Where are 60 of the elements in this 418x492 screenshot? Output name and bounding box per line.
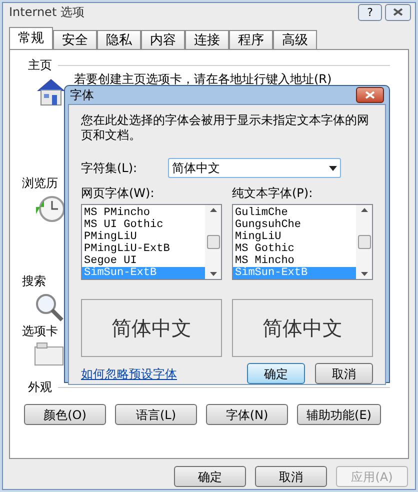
list-label: 网页字体(W): bbox=[81, 185, 156, 202]
scroll-thumb[interactable] bbox=[358, 235, 370, 249]
font-preview: 简体中文 bbox=[81, 299, 222, 357]
tab[interactable]: 内容 bbox=[141, 30, 185, 49]
list-label: 纯文本字体(P): bbox=[232, 185, 314, 202]
caret-icon bbox=[329, 166, 337, 170]
scrollbar[interactable] bbox=[205, 205, 221, 279]
window-title: Internet 选项 bbox=[9, 4, 86, 21]
scroll-thumb[interactable] bbox=[206, 235, 220, 249]
font-option[interactable]: MS Mincho bbox=[233, 255, 356, 267]
close-icon bbox=[393, 8, 403, 16]
tabs-icon bbox=[34, 342, 64, 366]
dialog-button[interactable]: 确定 bbox=[247, 363, 305, 384]
tab[interactable]: 安全 bbox=[53, 30, 97, 49]
font-preview: 简体中文 bbox=[232, 299, 373, 357]
up-arrow-icon bbox=[360, 208, 368, 212]
font-list[interactable]: GulimChe GungsuhChe MingLiU MS Gothic MS Mincho SimSun-ExtB bbox=[232, 204, 373, 280]
section-title: 搜索 bbox=[22, 273, 46, 290]
up-arrow-icon bbox=[210, 208, 216, 212]
close-button[interactable] bbox=[385, 4, 411, 20]
font-option[interactable]: MingLiU bbox=[233, 231, 356, 243]
charset-label: 字符集(L): bbox=[81, 160, 138, 177]
font-option[interactable]: GungsuhChe bbox=[233, 219, 356, 231]
font-option[interactable]: PMingLiU bbox=[82, 231, 205, 243]
appearance-button[interactable]: 颜色(O) bbox=[24, 404, 106, 425]
appearance-button[interactable]: 辅助功能(E) bbox=[297, 404, 381, 425]
font-option[interactable]: MS UI Gothic bbox=[82, 219, 205, 231]
scrollbar[interactable] bbox=[356, 205, 372, 279]
charset-dropdown[interactable]: 简体中文 bbox=[168, 158, 341, 178]
down-arrow-icon bbox=[210, 272, 216, 276]
help-link[interactable]: 如何忽略预设字体 bbox=[81, 364, 237, 382]
section-title: 主页 bbox=[28, 57, 52, 74]
tab[interactable]: 隐私 bbox=[97, 30, 141, 49]
section-title: 选项卡 bbox=[22, 323, 58, 340]
font-option[interactable]: Segoe UI bbox=[82, 255, 205, 267]
font-option[interactable]: MS PMincho bbox=[82, 207, 205, 219]
dialog-button[interactable]: 取消 bbox=[255, 466, 327, 487]
appearance-button[interactable]: 字体(N) bbox=[206, 404, 288, 425]
dialog-button[interactable]: 确定 bbox=[174, 466, 246, 487]
close-button[interactable] bbox=[356, 87, 384, 103]
font-list[interactable]: MS PMincho MS UI Gothic PMingLiU PMingLiU-ExtB Segoe UI SimSun-ExtB bbox=[81, 204, 222, 280]
magnifier-icon bbox=[34, 292, 64, 322]
dialog-description: 您在此处选择的字体会被用于显示未指定文本字体的网页和文档。 bbox=[81, 113, 370, 143]
tab[interactable]: 程序 bbox=[229, 30, 273, 49]
section-title: 浏览历 bbox=[22, 175, 58, 192]
font-option[interactable]: PMingLiU-ExtB bbox=[82, 243, 205, 255]
help-button[interactable]: ? bbox=[358, 4, 382, 20]
font-option[interactable]: MS Gothic bbox=[233, 243, 356, 255]
tab[interactable]: 常规 bbox=[9, 27, 53, 49]
clock-icon bbox=[34, 194, 66, 224]
font-option[interactable]: GulimChe bbox=[233, 207, 356, 219]
section-title: 外观 bbox=[28, 379, 52, 396]
tab[interactable]: 连接 bbox=[185, 30, 229, 49]
close-icon bbox=[365, 91, 375, 99]
dialog-title: 字体 bbox=[70, 87, 95, 104]
appearance-button[interactable]: 语言(L) bbox=[115, 404, 197, 425]
home-description: 若要创建主页选项卡，请在各地址行键入地址(R) bbox=[74, 72, 332, 86]
down-arrow-icon bbox=[360, 272, 368, 276]
dialog-button[interactable]: 取消 bbox=[315, 363, 373, 384]
tab[interactable]: 高级 bbox=[273, 30, 317, 49]
